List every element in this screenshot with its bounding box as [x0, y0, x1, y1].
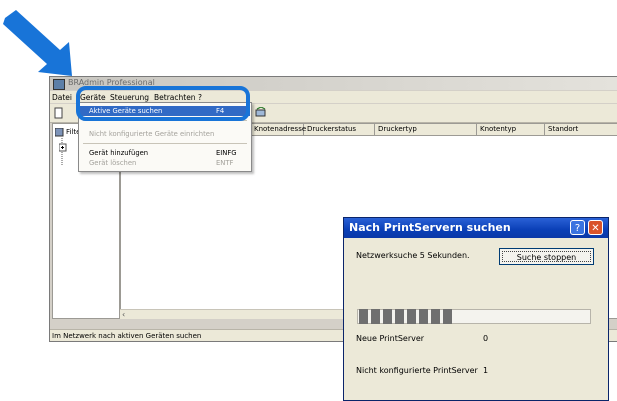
geraete-dropdown-menu: Aktive Geräte suchen F4 Nicht konfigurie… [78, 102, 252, 172]
menu-item-nicht-konfigurierte-geraete-einrichten: Nicht konfigurierte Geräte einrichten [89, 130, 215, 138]
progress-block [431, 309, 440, 324]
app-icon [53, 79, 65, 90]
menu-item-aktive-geraete-suchen[interactable]: Aktive Geräte suchen F4 [80, 106, 250, 116]
menu-betrachten[interactable]: Betrachten [154, 93, 196, 102]
title-bar: BRAdmin Professional [50, 77, 617, 90]
menu-geraete[interactable]: Geräte [80, 93, 106, 102]
column-standort[interactable]: Standort [545, 124, 617, 135]
toolbar-document-icon[interactable] [54, 107, 64, 119]
horizontal-scrollbar[interactable]: ‹ [120, 309, 360, 319]
menu-steuerung[interactable]: Steuerung [110, 93, 149, 102]
toolbar-network-icon[interactable] [255, 107, 267, 119]
progress-block [359, 309, 368, 324]
new-printserver-label: Neue PrintServer [356, 334, 425, 343]
menu-datei[interactable]: Datei [52, 93, 72, 102]
menu-help[interactable]: ? [198, 93, 202, 102]
progress-track [357, 309, 591, 324]
menu-item-geraet-loeschen: Gerät löschen ENTF [89, 159, 234, 167]
unconfigured-printserver-count: 1 [483, 366, 489, 375]
column-knotentyp[interactable]: Knotentyp [477, 124, 545, 135]
close-icon[interactable]: ✕ [588, 220, 603, 235]
progress-block [419, 309, 428, 324]
unconfigured-printserver-label: Nicht konfigurierte PrintServer [356, 366, 478, 375]
progress-block [371, 309, 380, 324]
search-progress-bar [357, 309, 591, 324]
stop-search-button[interactable]: Suche stoppen [499, 248, 594, 265]
progress-block [407, 309, 416, 324]
dialog-title: Nach PrintServern suchen [349, 221, 511, 234]
scroll-left-icon[interactable]: ‹ [122, 310, 125, 319]
progress-block [395, 309, 404, 324]
help-icon[interactable]: ? [570, 220, 585, 235]
progress-block [443, 309, 452, 324]
window-title: BRAdmin Professional [68, 78, 155, 87]
progress-block [383, 309, 392, 324]
status-text: Im Netzwerk nach aktiven Geräten suchen [52, 332, 202, 340]
column-druckertyp[interactable]: Druckertyp [375, 124, 477, 135]
search-printserver-dialog: Nach PrintServern suchen ? ✕ Netzwerksuc… [343, 217, 609, 401]
tree-node-icon [59, 138, 67, 166]
search-duration-text: Netzwerksuche 5 Sekunden. [356, 251, 470, 260]
column-druckerstatus[interactable]: Druckerstatus [304, 124, 375, 135]
dialog-title-bar[interactable]: Nach PrintServern suchen ? ✕ [344, 218, 608, 238]
column-knotenadresse[interactable]: Knotenadresse [251, 124, 306, 135]
pointer-arrow-icon [3, 10, 72, 76]
new-printserver-count: 0 [483, 334, 489, 343]
menu-separator [83, 143, 247, 144]
menu-item-geraet-hinzufuegen[interactable]: Gerät hinzufügen EINFG [80, 148, 250, 158]
filter-icon [55, 128, 64, 137]
menu-separator [83, 120, 247, 121]
